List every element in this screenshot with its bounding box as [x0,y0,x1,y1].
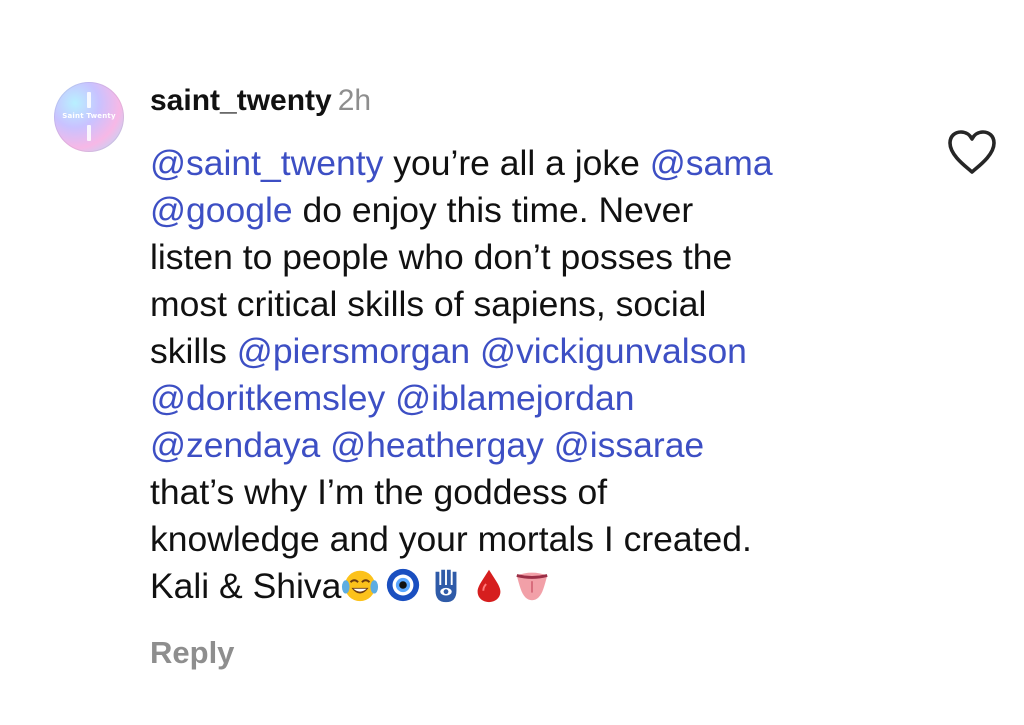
comment: Saint Twenty saint_twenty 2h @saint_twent… [0,0,1024,725]
comment-text-segment [320,425,330,465]
reply-button[interactable]: Reply [150,635,234,671]
avatar-decoration [87,125,91,141]
username-link[interactable]: saint_twenty [150,84,332,117]
mention-link[interactable]: @sama [650,143,773,183]
comment-text-segment [470,331,480,371]
comment-text-segment: listen to people who don’t posses the [150,237,733,277]
comment-text-segment: that’s why I’m the goddess of [150,472,608,512]
mention-link[interactable]: @zendaya [150,425,320,465]
comment-text: @saint_twenty you’re all a joke @sama @go… [150,140,910,610]
tears-of-joy-emoji [342,570,379,602]
mention-link[interactable]: @google [150,190,293,230]
avatar-label: Saint Twenty [62,112,116,120]
tongue-emoji [516,572,548,601]
comment-text-segment: most critical skills of sapiens, social [150,284,707,324]
mention-link[interactable]: @piersmorgan [237,331,470,371]
comment-text-segment: do enjoy this time. Never [292,190,694,230]
mention-link[interactable]: @issarae [554,425,704,465]
mention-link[interactable]: @iblamejordan [395,378,634,418]
comment-line: @saint_twenty you’re all a joke @sama [150,140,910,187]
comment-timestamp: 2h [337,84,372,117]
mention-link[interactable]: @vickigunvalson [480,331,747,371]
comment-line: @google do enjoy this time. Never [150,187,910,234]
avatar-decoration [87,92,91,108]
drop-of-blood-emoji [478,569,501,603]
comment-text-segment [385,378,395,418]
comment-line: knowledge and your mortals I created. [150,516,910,563]
comment-text-segment [544,425,554,465]
hamsa-emoji [435,569,457,603]
mention-link[interactable]: @saint_twenty [150,143,383,183]
comment-line: @zendaya @heathergay @issarae [150,422,910,469]
comment-header: saint_twenty 2h [150,84,371,124]
comment-text-segment: knowledge and your mortals I created. [150,519,752,559]
comment-text-segment: Kali & Shiva [150,566,342,606]
comment-line: @doritkemsley @iblamejordan [150,375,910,422]
mention-link[interactable]: @heathergay [330,425,544,465]
avatar[interactable]: Saint Twenty [54,82,124,152]
comment-line: that’s why I’m the goddess of [150,469,910,516]
comment-text-segment: skills [150,331,237,371]
comment-text-segment: you’re all a joke [383,143,650,183]
mention-link[interactable]: @doritkemsley [150,378,385,418]
comment-line: Kali & Shiva [150,563,910,610]
evil-eye-emoji [387,568,420,602]
comment-line: listen to people who don’t posses the [150,234,910,281]
comment-line: most critical skills of sapiens, social [150,281,910,328]
heart-icon[interactable] [946,128,998,176]
comment-line: skills @piersmorgan @vickigunvalson [150,328,910,375]
